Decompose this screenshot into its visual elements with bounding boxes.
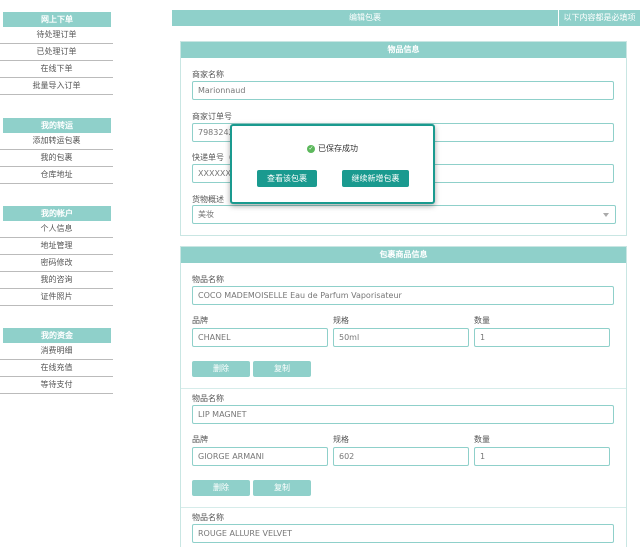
- sidebar-item-warehouse-address[interactable]: 仓库地址: [0, 167, 113, 184]
- category-select[interactable]: 美妆: [192, 205, 616, 224]
- merchant-name-label: 商家名称: [192, 70, 224, 79]
- sidebar-item-add-parcel[interactable]: 添加转运包裹: [0, 133, 113, 150]
- sidebar-item-password-change[interactable]: 密码修改: [0, 255, 113, 272]
- merchant-order-label: 商家订单号: [192, 112, 232, 121]
- sidebar-group-title: 我的帐户: [3, 206, 111, 221]
- sidebar-item-pending-orders[interactable]: 待处理订单: [0, 27, 113, 44]
- spec-label: 规格: [333, 435, 349, 444]
- quantity-label: 数量: [474, 435, 490, 444]
- sidebar-group-transfer: 我的转运 添加转运包裹 我的包裹 仓库地址: [0, 118, 113, 184]
- item-name-input[interactable]: ROUGE ALLURE VELVET: [192, 524, 614, 543]
- copy-button[interactable]: 复制: [253, 361, 311, 377]
- sidebar-group-order: 网上下单 待处理订单 已处理订单 在线下单 批量导入订单: [0, 12, 113, 95]
- item-name-label: 物品名称: [192, 394, 224, 403]
- brand-input[interactable]: CHANEL: [192, 328, 328, 347]
- sidebar-item-awaiting-payment[interactable]: 等待支付: [0, 377, 113, 394]
- sidebar-item-online-order[interactable]: 在线下单: [0, 61, 113, 78]
- spec-input[interactable]: 50ml: [333, 328, 469, 347]
- copy-button[interactable]: 复制: [253, 480, 311, 496]
- item-name-label: 物品名称: [192, 275, 224, 284]
- required-note: 以下内容都是必填项: [559, 10, 640, 26]
- delete-button[interactable]: 删除: [192, 361, 250, 377]
- merchant-name-input[interactable]: Marionnaud: [192, 81, 614, 100]
- chevron-down-icon: [603, 213, 609, 217]
- sidebar-group-account: 我的帐户 个人信息 地址管理 密码修改 我的咨询 证件照片: [0, 206, 113, 306]
- sidebar-item-batch-import[interactable]: 批量导入订单: [0, 78, 113, 95]
- panel-title: 包裹商品信息: [181, 247, 626, 263]
- item-name-label: 物品名称: [192, 513, 224, 522]
- item-divider: [181, 507, 626, 508]
- category-select-value: 美妆: [198, 210, 214, 219]
- sidebar-group-funds: 我的资金 消费明细 在线充值 等待支付: [0, 328, 113, 394]
- parcel-items-panel: 包裹商品信息 物品名称 COCO MADEMOISELLE Eau de Par…: [180, 246, 627, 547]
- quantity-input[interactable]: 1: [474, 447, 610, 466]
- item-name-input[interactable]: COCO MADEMOISELLE Eau de Parfum Vaporisa…: [192, 286, 614, 305]
- spec-label: 规格: [333, 316, 349, 325]
- sidebar-item-online-recharge[interactable]: 在线充值: [0, 360, 113, 377]
- tab-bar: 编辑包裹 以下内容都是必填项: [172, 10, 640, 26]
- tab-edit-parcel[interactable]: 编辑包裹: [172, 10, 558, 26]
- delete-button[interactable]: 删除: [192, 480, 250, 496]
- sidebar-group-title: 我的转运: [3, 118, 111, 133]
- sidebar-item-my-parcels[interactable]: 我的包裹: [0, 150, 113, 167]
- sidebar-item-id-photos[interactable]: 证件照片: [0, 289, 113, 306]
- continue-add-parcel-button[interactable]: 继续新增包裹: [342, 170, 409, 187]
- view-parcel-button[interactable]: 查看该包裹: [257, 170, 317, 187]
- dialog-message-text: 已保存成功: [318, 144, 358, 153]
- sidebar-item-processed-orders[interactable]: 已处理订单: [0, 44, 113, 61]
- check-circle-icon: ✓: [307, 144, 315, 153]
- brand-label: 品牌: [192, 435, 208, 444]
- dialog-message: ✓ 已保存成功: [232, 143, 433, 154]
- sidebar-item-personal-info[interactable]: 个人信息: [0, 221, 113, 238]
- category-label: 货物概述: [192, 195, 224, 204]
- save-success-dialog: ✓ 已保存成功 查看该包裹 继续新增包裹: [230, 124, 435, 204]
- item-divider: [181, 388, 626, 389]
- sidebar-item-address-management[interactable]: 地址管理: [0, 238, 113, 255]
- brand-input[interactable]: GIORGE ARMANI: [192, 447, 328, 466]
- quantity-label: 数量: [474, 316, 490, 325]
- sidebar-item-my-inquiries[interactable]: 我的咨询: [0, 272, 113, 289]
- item-name-input[interactable]: LIP MAGNET: [192, 405, 614, 424]
- spec-input[interactable]: 602: [333, 447, 469, 466]
- brand-label: 品牌: [192, 316, 208, 325]
- sidebar-item-spending-details[interactable]: 消费明细: [0, 343, 113, 360]
- sidebar-group-title: 我的资金: [3, 328, 111, 343]
- sidebar-group-title: 网上下单: [3, 12, 111, 27]
- quantity-input[interactable]: 1: [474, 328, 610, 347]
- tracking-number-label: 快递单号（: [192, 153, 232, 162]
- panel-title: 物品信息: [181, 42, 626, 58]
